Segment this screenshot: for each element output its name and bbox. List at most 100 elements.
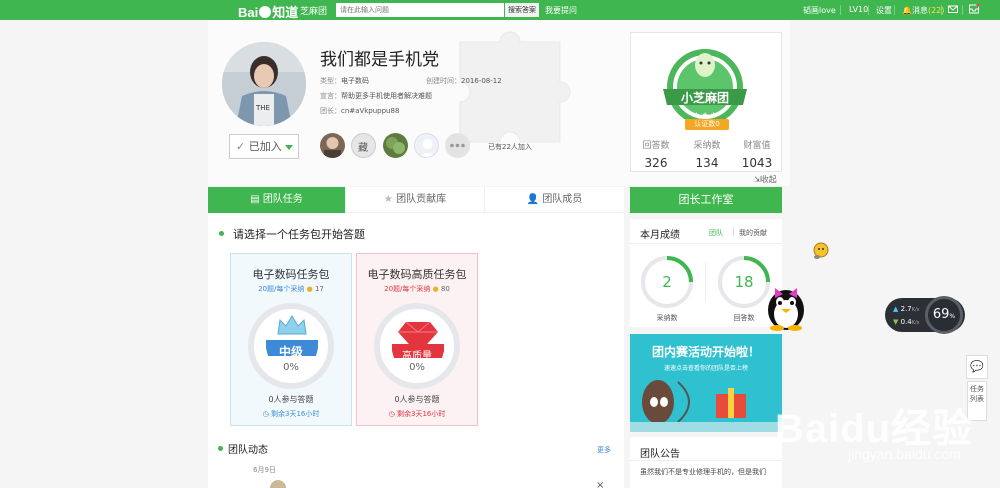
star-icon: ★ — [383, 194, 397, 205]
banner-illustration — [630, 380, 782, 432]
bullet-dot — [219, 231, 224, 236]
download-arrow-icon: ▼ — [893, 318, 901, 326]
news-heading: 团队动态 — [228, 445, 268, 456]
stat-answers: 回答数 326 — [642, 141, 670, 170]
emoji-icon — [813, 242, 829, 259]
group-created-date: 创建时间：2016-08-12 — [426, 77, 502, 85]
news-more-link[interactable]: 更多 — [597, 445, 611, 455]
joined-dropdown-button[interactable]: ✓ 已加入 — [229, 134, 299, 159]
leader-studio-header: 团长工作室 — [630, 187, 782, 213]
task-card-title: 电子数码任务包 — [252, 268, 330, 281]
time-remaining: ◷ 剩余3天16小时 — [262, 410, 320, 418]
username-link[interactable]: 韬画love — [803, 5, 836, 16]
divider — [630, 460, 782, 461]
person-icon: 👤 — [526, 194, 543, 205]
more-members-button[interactable] — [445, 133, 470, 158]
messages-link[interactable]: 🔔消息(22) — [902, 5, 944, 16]
tab-contribution-library[interactable]: ★ 团队贡献库 — [346, 187, 485, 213]
group-motto: 宣言：帮助更多手机使用者解决难题 — [320, 92, 432, 100]
tab-team-members[interactable]: 👤 团队成员 — [485, 187, 624, 213]
divider — [962, 5, 963, 15]
check-icon: ✓ — [236, 140, 246, 153]
chat-icon: 💬 — [970, 360, 984, 373]
team-notice-panel: 团队公告 虽然我们不是专业修理手机的，但是我们 — [630, 437, 782, 488]
tab-team-tasks[interactable]: ▤ 团队任务 — [208, 187, 346, 213]
monthly-results-label: 本月成绩 — [640, 230, 680, 241]
filter-team[interactable]: 团队 — [709, 228, 723, 238]
download-speed: ▼ 0.4K/s — [893, 318, 920, 326]
coin-icon: ● — [432, 285, 439, 293]
notice-title: 团队公告 — [640, 449, 680, 460]
task-card-subtitle: 20题/每个采纳 ● 80 — [384, 285, 450, 293]
stat-adopted: 采纳数 134 — [693, 141, 721, 170]
search-input[interactable] — [336, 3, 504, 17]
group-badge-panel: 小芝麻团 ★ ★ ★ 认证数0 回答数 326 采纳数 134 财富值 1043 — [630, 32, 782, 172]
certified-badge: 认证数0 — [685, 119, 729, 130]
stat-wealth: 财富值 1043 — [741, 141, 773, 170]
close-icon[interactable]: × — [596, 480, 604, 488]
baidu-zhidao-logo[interactable]: Bai 知道 — [238, 2, 298, 21]
level-link[interactable]: LV10 — [849, 5, 868, 14]
inbox-icon[interactable] — [969, 4, 979, 14]
ask-button[interactable]: 我要提问 — [545, 5, 577, 16]
task-package-card[interactable]: 电子数码任务包 20题/每个采纳 ● 17 中级 0% 0人参与答题 ◷ 剩余3… — [230, 253, 352, 426]
member-avatar[interactable] — [320, 133, 345, 158]
time-remaining: ◷ 剩余3天16小时 — [388, 410, 446, 418]
level-label: 高质量 — [402, 351, 432, 362]
paw-icon — [259, 6, 272, 18]
search-button[interactable]: 搜索答案 — [505, 3, 539, 17]
svg-text:★ ★ ★: ★ ★ ★ — [693, 111, 716, 119]
badge-text: 小芝麻团 — [681, 90, 729, 105]
banner-title: 团内赛活动开始啦！ — [651, 345, 760, 359]
participants-count: 0人参与答题 — [394, 395, 440, 404]
member-avatar[interactable] — [383, 133, 408, 158]
chevron-down-icon — [285, 145, 293, 150]
bell-icon: 🔔 — [902, 6, 912, 15]
svg-text:藏: 藏 — [358, 142, 368, 154]
channel-label[interactable]: 芝麻团 — [300, 4, 327, 17]
collapse-link[interactable]: ⇲收起 — [754, 174, 777, 185]
network-speed-widget[interactable]: ▲ 2.7K/s ▼ 0.4K/s 69% — [885, 296, 965, 334]
participants-count: 0人参与答题 — [268, 395, 314, 404]
divider — [733, 227, 734, 236]
settings-link[interactable]: 设置 — [876, 5, 892, 16]
qq-penguin-mascot[interactable] — [763, 280, 809, 332]
chat-float-button[interactable]: 💬 — [966, 355, 988, 379]
collapse-icon: ⇲ — [754, 175, 761, 184]
member-avatar[interactable]: 藏 — [351, 133, 376, 158]
main-tabs: ▤ 团队任务 ★ 团队贡献库 👤 团队成员 — [208, 187, 624, 213]
team-contest-banner[interactable]: 团内赛活动开始啦！ 速速点击查看你的团队是否上榜 — [630, 334, 782, 432]
adopted-progress-arc — [666, 256, 693, 283]
task-list-icon: ▤ — [250, 194, 263, 205]
task-card-subtitle: 20题/每个采纳 ● 17 — [258, 285, 324, 293]
adopted-label: 采纳数 — [656, 314, 678, 322]
member-avatar[interactable] — [414, 133, 439, 158]
group-name: 我们都是手机党 — [320, 50, 439, 70]
progress-percent: 0% — [283, 362, 299, 373]
level-label: 中级 — [278, 345, 303, 359]
group-type: 类型：电子数码 — [320, 77, 369, 85]
memory-usage-gauge: 69% — [925, 296, 963, 334]
upload-arrow-icon: ▲ — [893, 305, 901, 313]
divider — [941, 5, 942, 15]
banner-subtitle: 速速点击查看你的团队是否上榜 — [663, 365, 748, 372]
upload-speed: ▲ 2.7K/s — [893, 305, 920, 313]
clock-icon: ◷ — [262, 410, 271, 418]
filter-my-contribution[interactable]: 我的贡献 — [739, 228, 767, 238]
tasks-heading: 请选择一个任务包开始答题 — [233, 228, 365, 241]
notice-text: 虽然我们不是专业修理手机的，但是我们 — [640, 468, 766, 476]
svg-text:THE: THE — [255, 104, 270, 112]
task-card-title: 电子数码高质任务包 — [367, 268, 467, 281]
divider — [868, 5, 869, 15]
group-leader: 团长：cn#aVkpuppu88 — [320, 107, 400, 115]
mail-icon[interactable] — [948, 4, 958, 14]
news-date: 6月9日 — [253, 466, 276, 474]
clock-icon: ◷ — [388, 410, 397, 418]
divider — [705, 262, 706, 302]
bullet-dot — [218, 446, 223, 451]
divider — [630, 243, 782, 244]
watermark-url: jingyan.baidu.com — [848, 446, 961, 462]
top-nav-bar: Bai知道 芝麻团 搜索答案 我要提问 韬画love LV10 设置 🔔消息(2… — [0, 0, 1000, 20]
task-package-card[interactable]: 电子数码高质任务包 20题/每个采纳 ● 80 高质量 0% 0人参与答题 ◷ … — [356, 253, 478, 426]
group-avatar: THE — [222, 42, 306, 126]
